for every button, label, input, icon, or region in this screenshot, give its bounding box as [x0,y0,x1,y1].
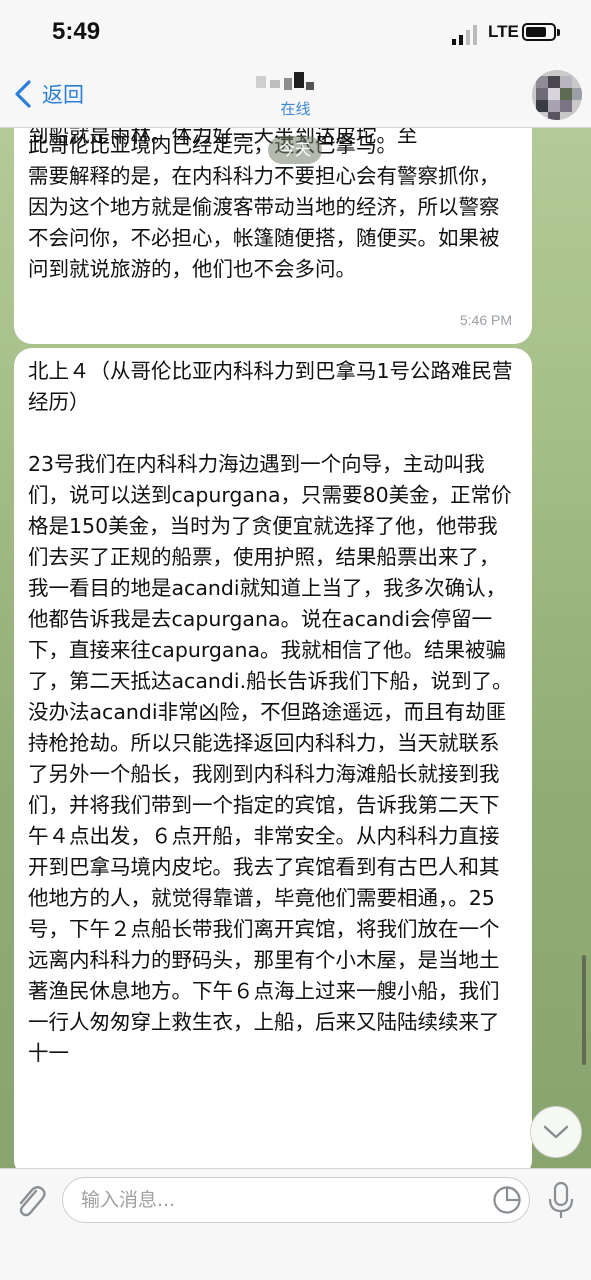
signal-icon [452,25,477,45]
message-bubble[interactable]: 到船就是雨林。体力好一天半到达皮坨。至 此哥伦比亚境内已经走完，进入巴拿马。 需… [14,100,532,344]
avatar[interactable] [532,70,582,120]
battery-icon [522,23,560,41]
chevron-down-icon [543,1125,569,1139]
message-input[interactable]: 输入消息... [62,1177,530,1223]
status-bar: 5:49 LTE [0,0,591,62]
scroll-down-button[interactable] [530,1106,582,1158]
mic-icon[interactable] [548,1181,574,1221]
chat-header: 返回 在线 [0,62,591,128]
network-type: LTE [488,22,519,41]
message-time: 5:46 PM [459,312,512,328]
message-text: 23号我们在内科科力海边遇到一个向导，主动叫我们，说可以送到capurgana，… [28,452,513,1065]
status-time: 5:49 [52,18,101,45]
input-bar: 输入消息... [0,1168,591,1280]
attach-icon[interactable] [12,1181,48,1221]
contact-status: 在线 [280,100,311,118]
message-title: 北上４（从哥伦比亚内科科力到巴拿马1号公路难民营经历） [28,359,513,414]
sticker-icon[interactable] [492,1185,522,1215]
message-bubble[interactable]: 北上４（从哥伦比亚内科科力到巴拿马1号公路难民营经历） 23号我们在内科科力海边… [14,348,532,1178]
contact-name-redacted[interactable] [256,72,320,94]
scroll-indicator[interactable] [582,955,586,1065]
date-separator: 今天 [268,136,322,164]
